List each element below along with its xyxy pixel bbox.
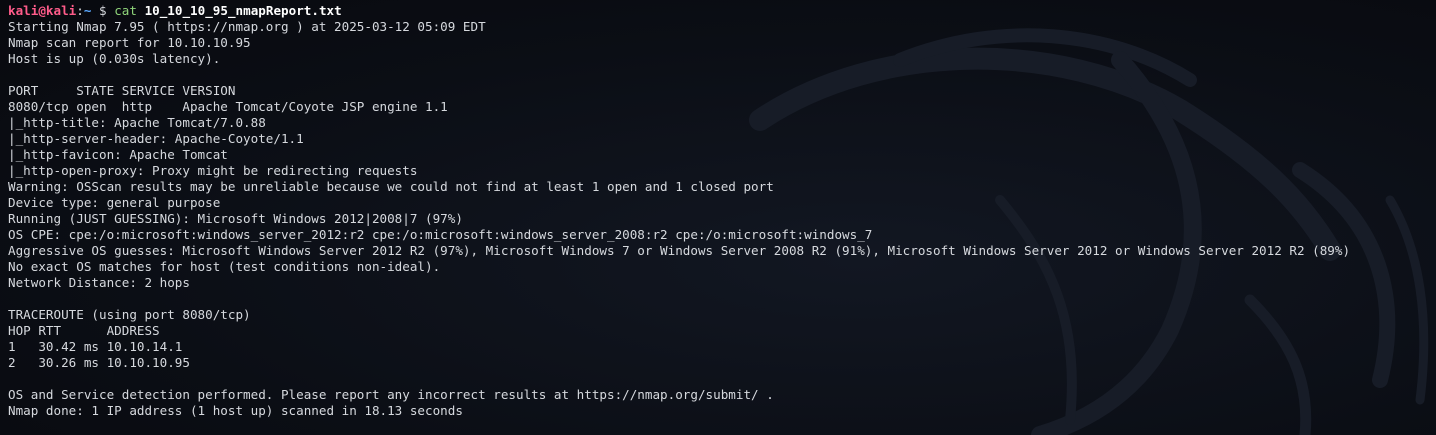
output-line: |_http-favicon: Apache Tomcat <box>8 147 228 162</box>
prompt-symbol: $ <box>99 3 107 18</box>
output-line: |_http-open-proxy: Proxy might be redire… <box>8 163 418 178</box>
output-line: PORT STATE SERVICE VERSION <box>8 83 236 98</box>
output-line: Starting Nmap 7.95 ( https://nmap.org ) … <box>8 19 486 34</box>
output-line: OS CPE: cpe:/o:microsoft:windows_server_… <box>8 227 873 242</box>
output-line: Nmap scan report for 10.10.10.95 <box>8 35 251 50</box>
output-line: Nmap done: 1 IP address (1 host up) scan… <box>8 403 463 418</box>
output-line: TRACEROUTE (using port 8080/tcp) <box>8 307 251 322</box>
output-line: |_http-title: Apache Tomcat/7.0.88 <box>8 115 266 130</box>
output-line: 1 30.42 ms 10.10.14.1 <box>8 339 183 354</box>
prompt-line: kali@kali:~ $ cat 10_10_10_95_nmapReport… <box>8 3 342 18</box>
prompt-user: kali@kali <box>8 3 77 18</box>
terminal-window[interactable]: kali@kali:~ $ cat 10_10_10_95_nmapReport… <box>0 0 1436 435</box>
output-line: 2 30.26 ms 10.10.10.95 <box>8 355 190 370</box>
output-line: Network Distance: 2 hops <box>8 275 190 290</box>
output-line: |_http-server-header: Apache-Coyote/1.1 <box>8 131 304 146</box>
output-lines: Starting Nmap 7.95 ( https://nmap.org ) … <box>8 19 1428 419</box>
output-line: Warning: OSScan results may be unreliabl… <box>8 179 774 194</box>
terminal-output: kali@kali:~ $ cat 10_10_10_95_nmapReport… <box>8 3 1428 419</box>
output-line: Running (JUST GUESSING): Microsoft Windo… <box>8 211 463 226</box>
output-line: 8080/tcp open http Apache Tomcat/Coyote … <box>8 99 448 114</box>
output-line: Device type: general purpose <box>8 195 221 210</box>
prompt-path: ~ <box>83 3 92 18</box>
output-line: Host is up (0.030s latency). <box>8 51 221 66</box>
output-line: OS and Service detection performed. Plea… <box>8 387 774 402</box>
output-line: Aggressive OS guesses: Microsoft Windows… <box>8 243 1351 258</box>
output-line: No exact OS matches for host (test condi… <box>8 259 441 274</box>
output-line: HOP RTT ADDRESS <box>8 323 160 338</box>
command: cat <box>114 3 137 18</box>
command-argument: 10_10_10_95_nmapReport.txt <box>144 3 342 18</box>
